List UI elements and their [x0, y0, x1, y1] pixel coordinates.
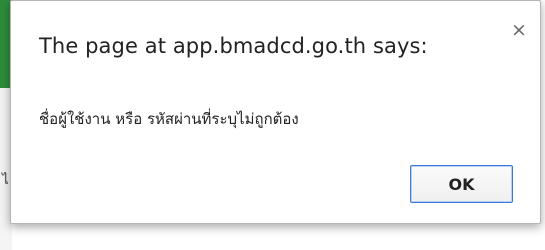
background-page-text: ไ — [2, 173, 9, 188]
alert-dialog: The page at app.bmadcd.go.th says: × ชื่… — [10, 0, 541, 224]
dialog-message: ชื่อผู้ใช้งาน หรือ รหัสผ่านที่ระบุไม่ถูก… — [39, 110, 299, 128]
ok-button[interactable]: OK — [410, 165, 513, 203]
dialog-title: The page at app.bmadcd.go.th says: — [39, 34, 428, 58]
screen: ไ The page at app.bmadcd.go.th says: × ช… — [0, 0, 545, 250]
close-icon[interactable]: × — [511, 20, 527, 40]
